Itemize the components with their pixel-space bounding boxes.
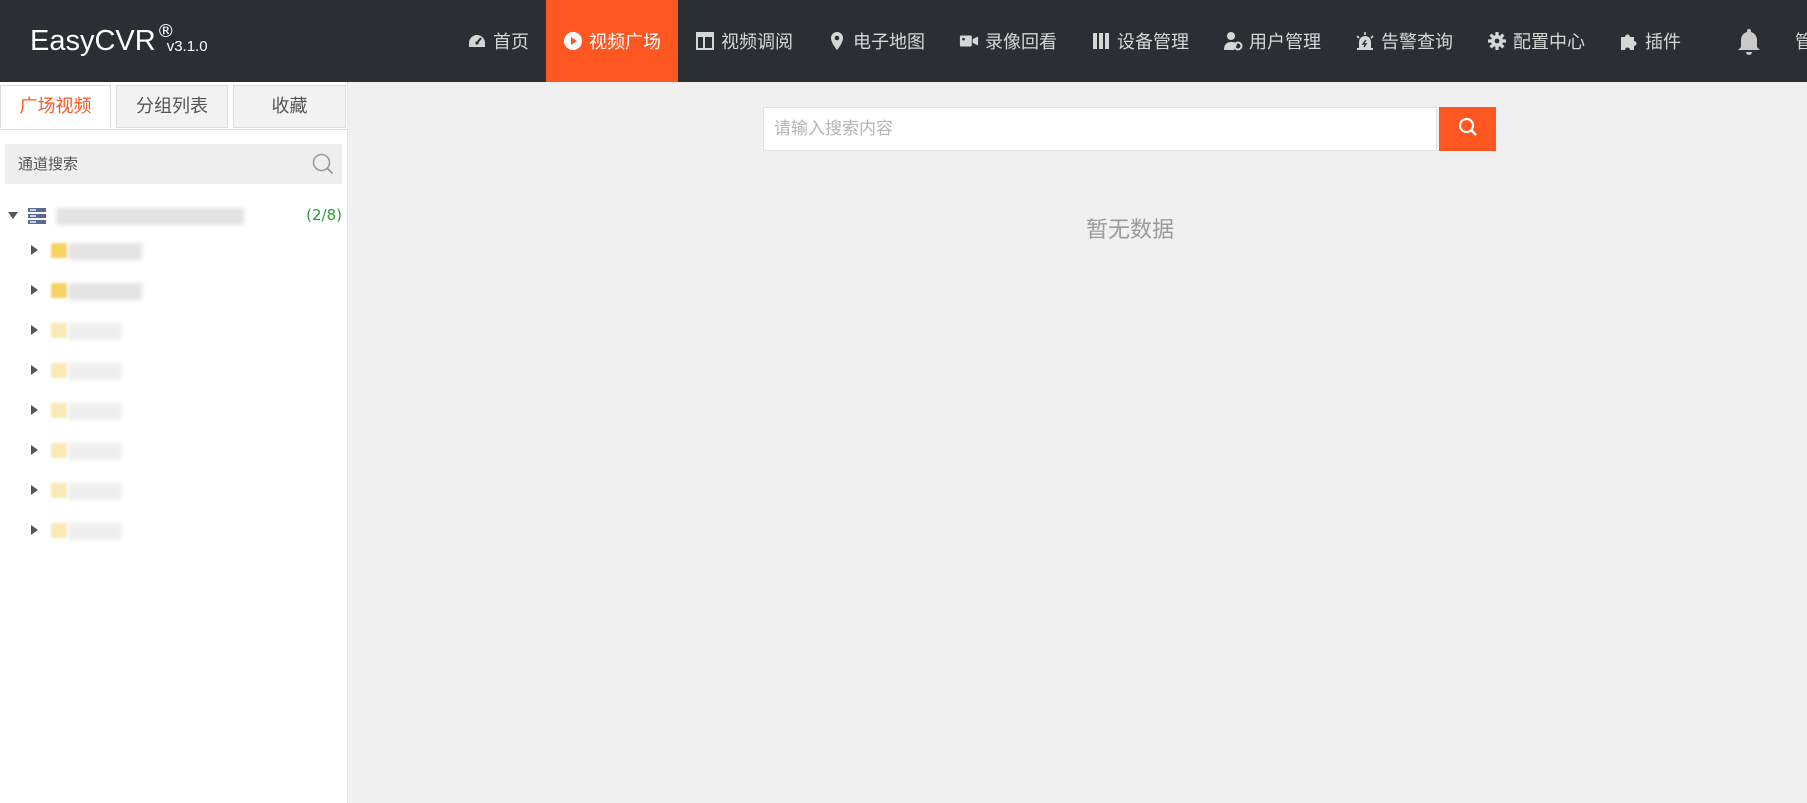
- caret-right-icon[interactable]: [31, 445, 38, 455]
- nav-item-label: 配置中心: [1513, 32, 1585, 53]
- play-circle-icon: [563, 31, 583, 51]
- tab-favorites[interactable]: 收藏: [233, 85, 346, 128]
- caret-right-icon[interactable]: [31, 325, 38, 335]
- nav-item-emap[interactable]: 电子地图: [810, 0, 942, 82]
- redacted-channel-name: [68, 283, 142, 300]
- folder-icon: [51, 523, 67, 538]
- tree-child-node[interactable]: [0, 396, 347, 426]
- bell-icon[interactable]: [1736, 27, 1762, 55]
- main-nav: 首页 视频广场 视频调阅 电子地图 录像回看 设备管理 用户管理 告警查询 配置…: [450, 0, 1698, 82]
- puzzle-icon: [1619, 31, 1639, 51]
- tree-child-node[interactable]: [0, 276, 347, 306]
- folder-icon: [51, 323, 67, 338]
- nav-item-label: 用户管理: [1249, 32, 1321, 53]
- search-icon[interactable]: [312, 153, 334, 175]
- redacted-channel-name: [68, 483, 122, 500]
- online-count: (2/8): [306, 206, 342, 224]
- nav-item-home[interactable]: 首页: [450, 0, 546, 82]
- caret-right-icon[interactable]: [31, 525, 38, 535]
- brand-version: v3.1.0: [166, 38, 208, 55]
- nav-item-video-square[interactable]: 视频广场: [546, 0, 678, 82]
- nav-item-label: 电子地图: [853, 32, 925, 53]
- main-search-bar: [763, 107, 1496, 151]
- admin-menu[interactable]: 管: [1795, 28, 1807, 54]
- tree-child-node[interactable]: [0, 516, 347, 546]
- tab-group-list[interactable]: 分组列表: [116, 85, 228, 128]
- caret-down-icon[interactable]: [8, 212, 18, 219]
- map-pin-icon: [827, 31, 847, 51]
- nav-item-devices[interactable]: 设备管理: [1074, 0, 1206, 82]
- nav-item-label: 首页: [493, 32, 529, 53]
- sidebar-tabs: 广场视频 分组列表 收藏: [0, 85, 347, 130]
- redacted-channel-name: [68, 523, 122, 540]
- main-search-input[interactable]: [763, 107, 1437, 151]
- channel-search-input[interactable]: [5, 144, 308, 184]
- folder-icon: [51, 483, 67, 498]
- nav-item-video-browse[interactable]: 视频调阅: [678, 0, 810, 82]
- redacted-device-name: [56, 208, 244, 225]
- nav-item-label: 视频调阅: [721, 32, 793, 53]
- dashboard-icon: [467, 31, 487, 51]
- tab-divider: [0, 129, 347, 130]
- tab-square-video[interactable]: 广场视频: [0, 85, 111, 128]
- top-navbar: EasyCVR ® v3.1.0 首页 视频广场 视频调阅 电子地图 录像回看 …: [0, 0, 1807, 82]
- user-gear-icon: [1223, 31, 1243, 51]
- channel-search: [5, 144, 342, 184]
- nav-item-config[interactable]: 配置中心: [1470, 0, 1602, 82]
- folder-icon: [51, 403, 67, 418]
- caret-right-icon[interactable]: [31, 285, 38, 295]
- caret-right-icon[interactable]: [31, 485, 38, 495]
- layout-icon: [695, 31, 715, 51]
- nav-item-alarms[interactable]: 告警查询: [1338, 0, 1470, 82]
- folder-icon: [51, 283, 67, 298]
- nav-item-plugins[interactable]: 插件: [1602, 0, 1698, 82]
- nav-item-users[interactable]: 用户管理: [1206, 0, 1338, 82]
- nav-item-label: 视频广场: [589, 32, 661, 53]
- redacted-channel-name: [68, 443, 122, 460]
- left-sidebar: 广场视频 分组列表 收藏 (2/8): [0, 82, 348, 803]
- brand-name: EasyCVR: [30, 25, 156, 57]
- caret-right-icon[interactable]: [31, 365, 38, 375]
- folder-icon: [51, 243, 67, 258]
- gear-icon: [1487, 31, 1507, 51]
- nav-item-label: 设备管理: [1117, 32, 1189, 53]
- device-icon: [1091, 31, 1111, 51]
- caret-right-icon[interactable]: [31, 405, 38, 415]
- nav-item-label: 录像回看: [985, 32, 1057, 53]
- tree-child-node[interactable]: [0, 316, 347, 346]
- server-icon: [28, 208, 46, 224]
- video-camera-icon: [959, 31, 979, 51]
- tree-root-node[interactable]: (2/8): [0, 202, 347, 232]
- redacted-channel-name: [68, 403, 122, 420]
- search-icon: [1458, 117, 1478, 141]
- tree-child-node[interactable]: [0, 356, 347, 386]
- empty-state-text: 暂无数据: [1085, 218, 1174, 243]
- tree-child-node[interactable]: [0, 436, 347, 466]
- redacted-channel-name: [68, 243, 142, 260]
- folder-icon: [51, 363, 67, 378]
- redacted-channel-name: [68, 363, 122, 380]
- tree-child-node[interactable]: [0, 236, 347, 266]
- nav-item-label: 告警查询: [1381, 32, 1453, 53]
- folder-icon: [51, 443, 67, 458]
- nav-item-playback[interactable]: 录像回看: [942, 0, 1074, 82]
- caret-right-icon[interactable]: [31, 245, 38, 255]
- alarm-icon: [1355, 31, 1375, 51]
- nav-item-label: 插件: [1645, 32, 1681, 53]
- search-button[interactable]: [1439, 107, 1496, 151]
- redacted-channel-name: [68, 323, 122, 340]
- tree-child-node[interactable]: [0, 476, 347, 506]
- brand-logo[interactable]: EasyCVR ® v3.1.0: [30, 20, 208, 62]
